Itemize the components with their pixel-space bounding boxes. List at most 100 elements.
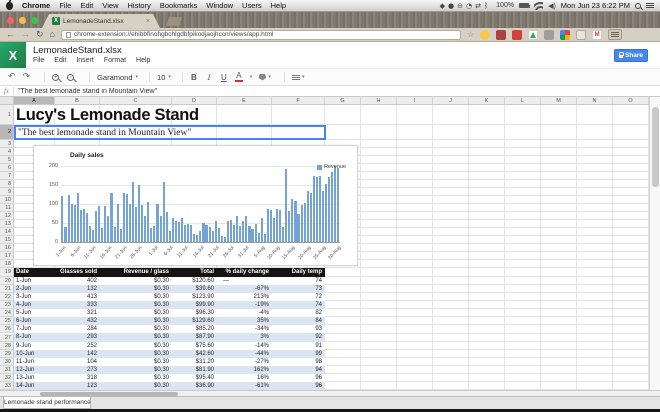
column-header-N[interactable]: N xyxy=(577,97,613,105)
status-icon[interactable]: ◔ xyxy=(466,2,472,10)
table-cell[interactable]: -34% xyxy=(217,325,272,333)
table-cell[interactable]: 413 xyxy=(55,293,100,301)
table-cell[interactable]: $123.90 xyxy=(172,293,217,301)
menubar-item-file[interactable]: File xyxy=(59,1,71,10)
omnibox[interactable]: chrome-extension://ehibbfinohgbchlgdbfpi… xyxy=(60,29,461,40)
table-cell[interactable]: $81.90 xyxy=(172,366,217,374)
table-cell[interactable]: -14% xyxy=(217,342,272,350)
table-cell[interactable]: 11-Jun xyxy=(14,358,55,366)
table-cell[interactable]: $120.60 xyxy=(172,277,217,285)
home-button[interactable]: ⌂ xyxy=(50,30,55,39)
extension-icon[interactable] xyxy=(480,29,491,40)
notification-center-icon[interactable] xyxy=(646,2,654,9)
font-size-dropdown[interactable]: 10 ▾ xyxy=(157,73,171,82)
window-minimize-button[interactable] xyxy=(19,17,26,24)
table-row[interactable]: 10-Jun 142 $0.30 $42.60 -44% 99 xyxy=(14,349,325,358)
table-cell[interactable]: $0.30 xyxy=(100,325,172,333)
table-cell[interactable]: 5-Jun xyxy=(14,309,55,317)
row-header-21[interactable]: 21 xyxy=(0,285,14,294)
undo-button[interactable]: ↶ xyxy=(8,72,16,82)
row-header-9[interactable]: 9 xyxy=(0,188,14,196)
menubar-item-chrome[interactable]: Chrome xyxy=(22,1,50,10)
table-cell[interactable]: $95.40 xyxy=(172,374,217,382)
spreadsheet-grid[interactable]: Lucy's Lemonade Stand "The best lemonade… xyxy=(0,97,660,390)
row-header-14[interactable]: 14 xyxy=(0,228,14,236)
table-cell[interactable]: 72 xyxy=(272,293,325,301)
table-cell[interactable]: $99.90 xyxy=(172,301,217,309)
app-menu-edit[interactable]: Edit xyxy=(54,57,66,64)
zoom-in-button[interactable]: + xyxy=(52,73,60,81)
row-header-5[interactable]: 5 xyxy=(0,156,14,164)
window-close-button[interactable] xyxy=(7,17,14,24)
table-cell[interactable]: $0.30 xyxy=(100,293,172,301)
table-cell[interactable]: 252 xyxy=(55,342,100,350)
row-header-12[interactable]: 12 xyxy=(0,212,14,220)
menubar-item-edit[interactable]: Edit xyxy=(80,1,93,10)
cell-a1-title[interactable]: Lucy's Lemonade Stand xyxy=(16,105,199,125)
app-menu-help[interactable]: Help xyxy=(136,57,150,64)
table-row[interactable]: 6-Jun 432 $0.30 $129.60 35% 84 xyxy=(14,317,325,326)
table-cell[interactable]: $0.30 xyxy=(100,358,172,366)
extension-icon[interactable] xyxy=(496,29,507,40)
table-row[interactable]: 8-Jun 293 $0.30 $87.90 3% 92 xyxy=(14,333,325,342)
column-header-K[interactable]: K xyxy=(469,97,505,105)
table-cell[interactable]: -4% xyxy=(217,309,272,317)
table-row[interactable]: 14-Jun 123 $0.30 $36.90 -61% 96 xyxy=(14,381,325,390)
zoom-out-button[interactable]: − xyxy=(67,73,75,81)
table-row[interactable]: 3-Jun 413 $0.30 $123.90 213% 72 xyxy=(14,293,325,302)
table-cell[interactable]: 3% xyxy=(217,333,272,341)
column-header-A[interactable]: A xyxy=(14,97,55,105)
table-row[interactable]: 2-Jun 132 $0.30 $39.60 -67% 73 xyxy=(14,285,325,294)
table-cell[interactable]: 284 xyxy=(55,325,100,333)
table-cell[interactable]: $129.60 xyxy=(172,317,217,325)
spotlight-icon[interactable] xyxy=(635,2,641,9)
table-cell[interactable]: 333 xyxy=(55,301,100,309)
extension-icon-drive[interactable] xyxy=(528,29,539,40)
table-cell[interactable]: $0.30 xyxy=(100,285,172,293)
extension-icon-gmail[interactable]: M xyxy=(592,29,603,40)
table-cell[interactable]: 273 xyxy=(55,366,100,374)
document-title[interactable]: LemonadeStand.xlsx xyxy=(33,45,122,56)
menubar-item-help[interactable]: Help xyxy=(271,1,286,10)
new-tab-button[interactable] xyxy=(166,17,182,26)
vertical-scrollbar-thumb[interactable] xyxy=(652,107,659,187)
vertical-scrollbar[interactable] xyxy=(649,97,660,390)
chrome-menu-button[interactable] xyxy=(608,29,623,40)
table-cell[interactable]: 123 xyxy=(55,382,100,390)
row-header-16[interactable]: 16 xyxy=(0,244,14,252)
menubar-clock[interactable]: Mon Jun 23 6:22 PM xyxy=(561,1,630,10)
table-row[interactable]: 9-Jun 252 $0.30 $75.60 -14% 91 xyxy=(14,341,325,350)
table-cell[interactable]: 4-Jun xyxy=(14,301,55,309)
app-menu-insert[interactable]: Insert xyxy=(76,57,94,64)
table-cell[interactable]: 91 xyxy=(272,342,325,350)
table-cell[interactable]: 10-Jun xyxy=(14,350,55,358)
sheet-tab-active[interactable]: Lemonade stand performance xyxy=(3,397,91,409)
table-cell[interactable]: 96 xyxy=(272,382,325,390)
column-header-J[interactable]: J xyxy=(433,97,469,105)
formula-input[interactable]: "The best lemonade stand in Mountain Vie… xyxy=(14,88,660,95)
row-header-2[interactable]: 2 xyxy=(0,125,14,140)
table-row[interactable]: 13-Jun 318 $0.30 $95.40 16% 96 xyxy=(14,373,325,382)
table-cell[interactable]: $0.30 xyxy=(100,374,172,382)
wifi-icon[interactable] xyxy=(534,1,544,10)
status-icon[interactable]: ⇄ xyxy=(475,2,481,10)
status-icon[interactable]: ⊖ xyxy=(457,2,463,10)
share-button[interactable]: Share xyxy=(614,49,648,62)
table-cell[interactable]: 8-Jun xyxy=(14,333,55,341)
table-cell[interactable]: 84 xyxy=(272,317,325,325)
borders-button[interactable] xyxy=(291,74,300,80)
row-header-19[interactable]: 19 xyxy=(0,268,14,277)
tab-close-icon[interactable]: × xyxy=(146,18,150,25)
table-row[interactable]: 4-Jun 333 $0.30 $99.90 -19% 74 xyxy=(14,301,325,310)
status-icon[interactable]: ● xyxy=(448,2,454,10)
row-header-29[interactable]: 29 xyxy=(0,349,14,358)
apple-menu-icon[interactable] xyxy=(6,0,13,10)
column-header-B[interactable]: B xyxy=(55,97,100,105)
row-header-30[interactable]: 30 xyxy=(0,357,14,366)
table-row[interactable]: 1-Jun 402 $0.30 $120.60—74 xyxy=(14,277,325,286)
table-cell[interactable]: $36.90 xyxy=(172,382,217,390)
row-header-13[interactable]: 13 xyxy=(0,220,14,228)
row-header-8[interactable]: 8 xyxy=(0,180,14,188)
table-cell[interactable]: 293 xyxy=(55,333,100,341)
menubar-item-users[interactable]: Users xyxy=(242,1,262,10)
